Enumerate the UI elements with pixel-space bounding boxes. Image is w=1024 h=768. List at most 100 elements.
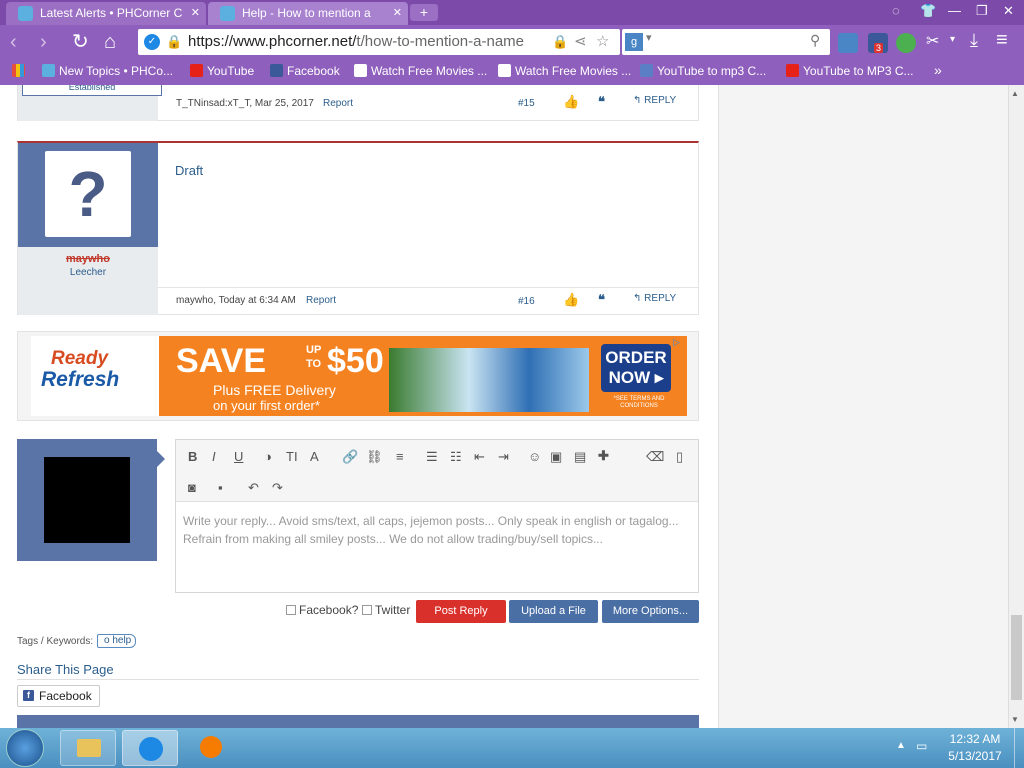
- apps-icon[interactable]: [12, 64, 29, 78]
- bold-icon[interactable]: B: [188, 449, 197, 464]
- camera-icon[interactable]: ◙: [188, 480, 196, 495]
- scrollbar-thumb[interactable]: [1011, 615, 1022, 700]
- font-size-icon[interactable]: TI: [286, 449, 298, 464]
- new-tab-button[interactable]: +: [410, 4, 438, 21]
- save-draft-icon[interactable]: ▪: [218, 480, 223, 495]
- scissors-icon[interactable]: ✂: [926, 31, 939, 51]
- back-icon[interactable]: ‹: [10, 31, 17, 53]
- profile-icon[interactable]: ◌: [892, 3, 900, 18]
- my-avatar[interactable]: [44, 457, 130, 543]
- smiley-icon[interactable]: ☺: [528, 449, 541, 464]
- unlink-icon[interactable]: ⛓: [366, 449, 383, 465]
- more-options-button[interactable]: More Options...: [602, 600, 699, 623]
- forward-icon[interactable]: ›: [40, 31, 47, 53]
- security-icon[interactable]: 🔒: [552, 29, 568, 55]
- media-taskbar-button[interactable]: [192, 732, 228, 764]
- close-window-icon[interactable]: ✕: [1003, 3, 1014, 19]
- shirt-icon[interactable]: 👕: [920, 3, 936, 19]
- search-box[interactable]: g ▾ ⚲: [622, 29, 830, 55]
- like-icon[interactable]: 👍: [563, 94, 579, 110]
- reply-button[interactable]: ↰ REPLY: [633, 95, 676, 106]
- redo-icon[interactable]: ↷: [272, 480, 283, 496]
- report-link[interactable]: Report: [323, 98, 353, 109]
- close-tab-icon[interactable]: ✕: [393, 2, 402, 24]
- explorer-taskbar-button[interactable]: [60, 730, 116, 766]
- page-scrollbar[interactable]: ▲ ▼: [1008, 85, 1024, 728]
- bookmark-youtube-mp3-1[interactable]: YouTube to mp3 C...: [640, 64, 766, 78]
- post-16-userbox: ? maywho Leecher: [18, 143, 158, 315]
- translate-extension-icon[interactable]: [838, 33, 858, 53]
- facebook-share-button[interactable]: f Facebook: [17, 685, 100, 707]
- adchoices-icon[interactable]: ▷: [673, 337, 680, 348]
- show-hidden-icons[interactable]: ▲: [896, 740, 906, 751]
- more-bookmarks-icon[interactable]: »: [934, 62, 942, 78]
- show-desktop-button[interactable]: [1014, 728, 1024, 768]
- username[interactable]: maywho: [18, 253, 158, 265]
- report-link[interactable]: Report: [306, 295, 336, 306]
- upload-file-button[interactable]: Upload a File: [509, 600, 598, 623]
- remove-format-icon[interactable]: ⌫: [646, 449, 664, 465]
- bookmark-youtube[interactable]: YouTube: [190, 64, 254, 78]
- bookmark-facebook[interactable]: Facebook: [270, 64, 340, 78]
- bullet-list-icon[interactable]: ☰: [426, 449, 438, 465]
- twitter-checkbox[interactable]: Twitter: [362, 603, 410, 617]
- address-bar[interactable]: ✓ 🔒 https://www.phcorner.net/t/how-to-me…: [138, 29, 620, 55]
- reply-button[interactable]: ↰ REPLY: [633, 293, 676, 304]
- scroll-down-icon[interactable]: ▼: [1011, 715, 1019, 724]
- tab-latest-alerts[interactable]: Latest Alerts • PHCorner C ✕: [6, 2, 206, 25]
- color-icon[interactable]: ◑: [264, 449, 272, 464]
- scroll-up-icon[interactable]: ▲: [1011, 89, 1019, 98]
- numbered-list-icon[interactable]: ☷: [450, 449, 462, 465]
- reload-icon[interactable]: ↻: [72, 31, 89, 53]
- ad-brand-ready: Ready: [51, 348, 109, 369]
- clock-date[interactable]: 5/13/2017: [940, 749, 1010, 763]
- browser-taskbar-button[interactable]: [122, 730, 178, 766]
- quote-icon[interactable]: ❝: [598, 292, 605, 308]
- minimize-icon[interactable]: —: [948, 3, 961, 18]
- home-icon[interactable]: ⌂: [104, 31, 116, 53]
- insert-icon[interactable]: ✚: [598, 448, 609, 464]
- start-button[interactable]: [6, 729, 44, 767]
- share-icon[interactable]: ⋖: [574, 29, 587, 55]
- align-icon[interactable]: ≡: [396, 449, 404, 464]
- font-family-icon[interactable]: A: [310, 449, 319, 464]
- image-icon[interactable]: ▣: [550, 449, 562, 465]
- bookmark-new-topics[interactable]: New Topics • PHCo...: [42, 64, 173, 78]
- like-icon[interactable]: 👍: [563, 292, 579, 308]
- bookmark-watch-free-movies-2[interactable]: Watch Free Movies ...: [498, 64, 631, 78]
- maximize-icon[interactable]: ❐: [976, 3, 988, 19]
- link-icon[interactable]: 🔗: [342, 449, 358, 465]
- network-icon[interactable]: ▭: [916, 739, 927, 753]
- facebook-checkbox[interactable]: Facebook?: [286, 603, 358, 617]
- clock-time[interactable]: 12:32 AM: [940, 732, 1010, 746]
- post-number[interactable]: #16: [518, 296, 535, 307]
- quote-icon[interactable]: ❝: [598, 94, 605, 110]
- ad-banner[interactable]: Ready Refresh SAVE UP TO $50 Plus FREE D…: [31, 336, 687, 416]
- reply-textarea[interactable]: Write your reply... Avoid sms/text, all …: [183, 512, 693, 548]
- media-icon[interactable]: ▤: [574, 449, 586, 465]
- search-icon[interactable]: ⚲: [810, 32, 820, 49]
- download-extension-icon[interactable]: [896, 33, 916, 53]
- post-number[interactable]: #15: [518, 98, 535, 109]
- outdent-icon[interactable]: ⇤: [474, 449, 485, 465]
- facebook-extension-icon[interactable]: 3: [868, 33, 888, 53]
- italic-icon[interactable]: I: [212, 449, 216, 464]
- close-tab-icon[interactable]: ✕: [191, 2, 200, 24]
- checkbox-icon: [362, 605, 372, 615]
- chevron-down-icon[interactable]: ▾: [950, 34, 955, 45]
- default-avatar-icon[interactable]: ?: [45, 151, 131, 237]
- bookmark-star-icon[interactable]: ☆: [596, 29, 609, 55]
- undo-icon[interactable]: ↶: [248, 480, 259, 496]
- tag-link[interactable]: o help: [97, 634, 137, 648]
- menu-icon[interactable]: ≡: [996, 29, 1008, 52]
- post-reply-button[interactable]: Post Reply: [416, 600, 506, 623]
- indent-icon[interactable]: ⇥: [498, 449, 509, 465]
- ad-order-button[interactable]: ORDER NOW ▸: [601, 344, 671, 392]
- bookmark-watch-free-movies-1[interactable]: Watch Free Movies ...: [354, 64, 487, 78]
- underline-icon[interactable]: U: [234, 449, 243, 464]
- chevron-down-icon[interactable]: ▾: [646, 31, 652, 44]
- source-icon[interactable]: ▯: [676, 449, 683, 465]
- download-icon[interactable]: ⤓: [970, 30, 978, 51]
- bookmark-youtube-mp3-2[interactable]: YouTube to MP3 C...: [786, 64, 914, 78]
- tab-help-mention[interactable]: Help - How to mention a ✕: [208, 2, 408, 25]
